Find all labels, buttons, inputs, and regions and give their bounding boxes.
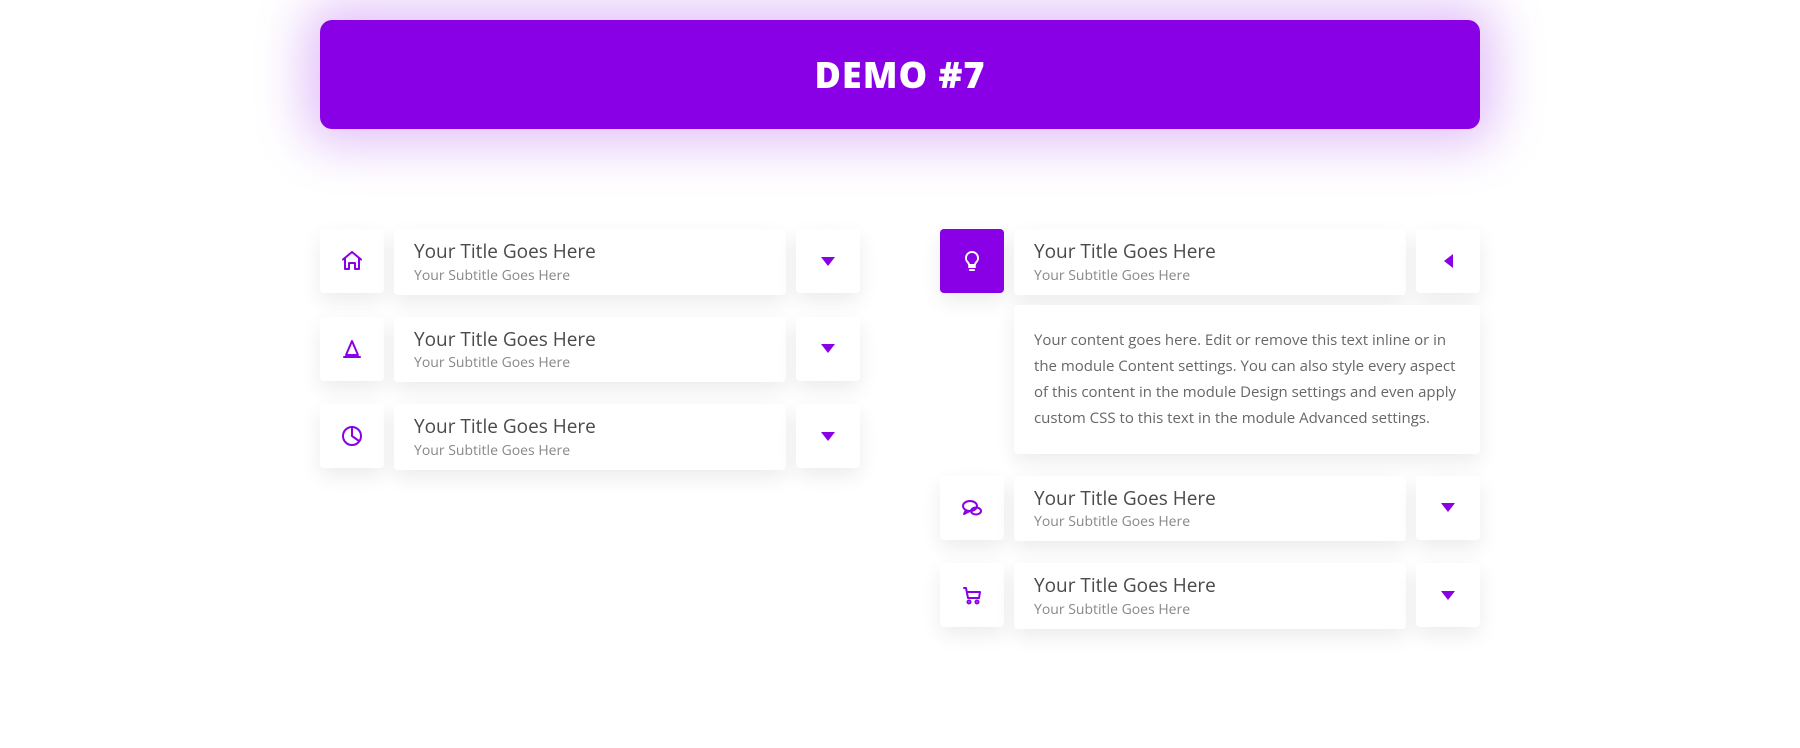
toggle-button[interactable] bbox=[796, 229, 860, 293]
accordion-header[interactable]: Your Title Goes Here Your Subtitle Goes … bbox=[320, 229, 860, 295]
toggle-button[interactable] bbox=[796, 317, 860, 381]
toggle-button[interactable] bbox=[1416, 229, 1480, 293]
toggle-button[interactable] bbox=[1416, 476, 1480, 540]
accordion-text: Your Title Goes Here Your Subtitle Goes … bbox=[1014, 229, 1406, 295]
accordion-header[interactable]: Your Title Goes Here Your Subtitle Goes … bbox=[320, 404, 860, 470]
accordion-header[interactable]: Your Title Goes Here Your Subtitle Goes … bbox=[940, 476, 1480, 542]
accordion-text: Your Title Goes Here Your Subtitle Goes … bbox=[1014, 476, 1406, 542]
cone-icon bbox=[320, 317, 384, 381]
cart-icon bbox=[940, 563, 1004, 627]
caret-down-icon bbox=[821, 432, 835, 441]
caret-down-icon bbox=[821, 344, 835, 353]
columns-wrapper: Your Title Goes Here Your Subtitle Goes … bbox=[320, 229, 1480, 629]
accordion-item-open: Your Title Goes Here Your Subtitle Goes … bbox=[940, 229, 1480, 454]
left-column: Your Title Goes Here Your Subtitle Goes … bbox=[320, 229, 860, 629]
toggle-button[interactable] bbox=[1416, 563, 1480, 627]
accordion-text: Your Title Goes Here Your Subtitle Goes … bbox=[394, 229, 786, 295]
accordion-text: Your Title Goes Here Your Subtitle Goes … bbox=[1014, 563, 1406, 629]
accordion-item: Your Title Goes Here Your Subtitle Goes … bbox=[320, 317, 860, 383]
caret-down-icon bbox=[821, 257, 835, 266]
right-column: Your Title Goes Here Your Subtitle Goes … bbox=[940, 229, 1480, 629]
accordion-item: Your Title Goes Here Your Subtitle Goes … bbox=[940, 563, 1480, 629]
house-icon bbox=[320, 229, 384, 293]
accordion-text: Your Title Goes Here Your Subtitle Goes … bbox=[394, 404, 786, 470]
accordion-title: Your Title Goes Here bbox=[1034, 486, 1386, 511]
accordion-content: Your content goes here. Edit or remove t… bbox=[1014, 305, 1480, 454]
accordion-title: Your Title Goes Here bbox=[414, 327, 766, 352]
accordion-title: Your Title Goes Here bbox=[1034, 239, 1386, 264]
accordion-item: Your Title Goes Here Your Subtitle Goes … bbox=[940, 476, 1480, 542]
caret-down-icon bbox=[1441, 503, 1455, 512]
accordion-item: Your Title Goes Here Your Subtitle Goes … bbox=[320, 404, 860, 470]
accordion-content-panel: Your content goes here. Edit or remove t… bbox=[940, 305, 1480, 454]
accordion-title: Your Title Goes Here bbox=[414, 239, 766, 264]
accordion-title: Your Title Goes Here bbox=[414, 414, 766, 439]
accordion-subtitle: Your Subtitle Goes Here bbox=[1034, 512, 1386, 531]
accordion-subtitle: Your Subtitle Goes Here bbox=[1034, 600, 1386, 619]
page-title: DEMO #7 bbox=[350, 50, 1450, 99]
toggle-button[interactable] bbox=[796, 404, 860, 468]
pie-chart-icon bbox=[320, 404, 384, 468]
lightbulb-icon bbox=[940, 229, 1004, 293]
accordion-item: Your Title Goes Here Your Subtitle Goes … bbox=[320, 229, 860, 295]
caret-down-icon bbox=[1441, 591, 1455, 600]
accordion-subtitle: Your Subtitle Goes Here bbox=[414, 441, 766, 460]
accordion-header[interactable]: Your Title Goes Here Your Subtitle Goes … bbox=[940, 229, 1480, 295]
accordion-subtitle: Your Subtitle Goes Here bbox=[414, 353, 766, 372]
accordion-header[interactable]: Your Title Goes Here Your Subtitle Goes … bbox=[320, 317, 860, 383]
chat-icon bbox=[940, 476, 1004, 540]
accordion-text: Your Title Goes Here Your Subtitle Goes … bbox=[394, 317, 786, 383]
caret-left-icon bbox=[1444, 254, 1453, 268]
accordion-header[interactable]: Your Title Goes Here Your Subtitle Goes … bbox=[940, 563, 1480, 629]
accordion-title: Your Title Goes Here bbox=[1034, 573, 1386, 598]
accordion-subtitle: Your Subtitle Goes Here bbox=[414, 266, 766, 285]
accordion-subtitle: Your Subtitle Goes Here bbox=[1034, 266, 1386, 285]
header-banner: DEMO #7 bbox=[320, 20, 1480, 129]
content-spacer bbox=[940, 305, 1004, 454]
